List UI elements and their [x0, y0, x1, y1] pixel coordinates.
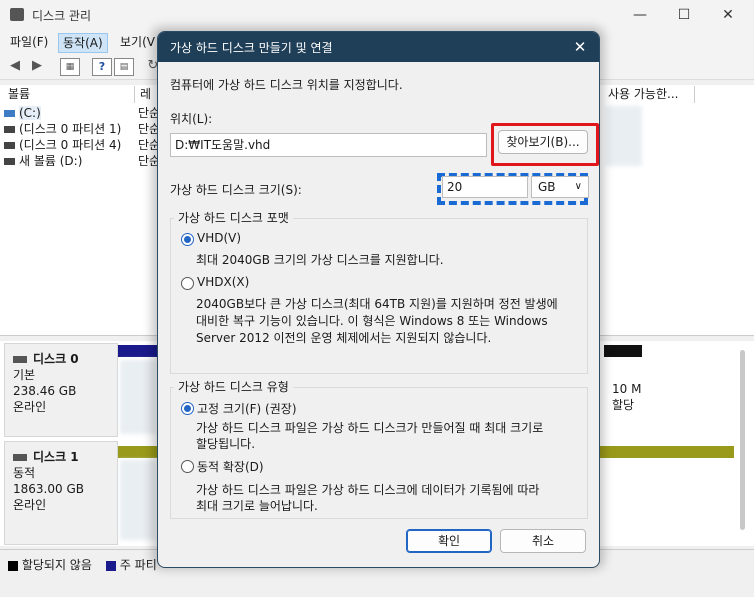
vhd-radio[interactable] [181, 233, 194, 246]
volume-name: (디스크 0 파티션 1) [19, 122, 122, 136]
volume-name: (C:) [19, 106, 41, 120]
dialog-close-icon[interactable]: ✕ [569, 36, 591, 58]
create-vhd-dialog: 가상 하드 디스크 만들기 및 연결 ✕ 컴퓨터에 가상 하드 디스크 위치를 … [157, 31, 600, 568]
volume-row[interactable]: (C:) [4, 105, 41, 121]
size-label: 가상 하드 디스크 크기(S): [170, 183, 302, 197]
vhdx-description-line: 2040GB보다 큰 가상 디스크(최대 64TB 지원)를 지원하며 정전 발… [196, 297, 558, 311]
dynamic-description-line: 최대 크기로 늘어납니다. [196, 499, 318, 513]
dialog-title: 가상 하드 디스크 만들기 및 연결 [170, 41, 333, 55]
volume-name: (디스크 0 파티션 4) [19, 138, 122, 152]
vhdx-label[interactable]: VHDX(X) [197, 275, 249, 289]
vhd-label[interactable]: VHD(V) [197, 231, 241, 245]
size-input[interactable]: 20 [442, 176, 528, 198]
back-arrow-icon[interactable]: ◀ [6, 58, 24, 74]
disk-1-type: 동적 [13, 466, 36, 480]
location-input[interactable]: D:₩IT도움말.vhd [170, 133, 487, 157]
fixed-size-label[interactable]: 고정 크기(F) (권장) [197, 400, 297, 417]
properties-icon[interactable]: ▤ [114, 58, 134, 76]
maximize-icon[interactable]: ☐ [664, 4, 704, 26]
close-icon[interactable]: ✕ [708, 4, 748, 26]
volume-icon [4, 126, 15, 133]
disk-0-title: 디스크 0 [13, 350, 117, 367]
format-group-title: 가상 하드 디스크 포맷 [174, 209, 293, 226]
disk-1-partition-body[interactable] [120, 460, 156, 540]
disk-icon [13, 356, 27, 363]
dynamic-label[interactable]: 동적 확장(D) [197, 458, 264, 475]
disk-1-info[interactable]: 디스크 1 동적 1863.00 GB 온라인 [4, 441, 118, 545]
browse-button[interactable]: 찾아보기(B)... [498, 130, 588, 154]
help-icon[interactable]: ? [92, 58, 112, 76]
disk-management-icon [10, 8, 24, 21]
disk-0-right-status: 할당 [612, 398, 635, 412]
vhdx-description-line: 대비한 복구 기능이 있습니다. 이 형식은 Windows 8 또는 Wind… [196, 314, 548, 328]
disk-1-name: 디스크 1 [33, 450, 79, 464]
dialog-instruction: 컴퓨터에 가상 하드 디스크 위치를 지정합니다. [170, 78, 403, 92]
size-unit-select[interactable]: GB ∨ [531, 176, 589, 198]
vhd-description: 최대 2040GB 크기의 가상 디스크를 지원합니다. [196, 253, 444, 267]
legend-swatch-blue [106, 560, 116, 571]
type-group-title: 가상 하드 디스크 유형 [174, 378, 293, 395]
disk-0-size: 238.46 GB [13, 384, 77, 398]
vhdx-radio[interactable] [181, 277, 194, 290]
disk-0-status: 온라인 [13, 400, 47, 414]
column-volume[interactable]: 볼륨 [4, 86, 135, 103]
location-label: 위치(L): [170, 112, 213, 126]
volume-name: 새 볼륨 (D:) [19, 154, 83, 168]
column-free-space[interactable]: 사용 가능한... [604, 86, 695, 103]
disk-1-title: 디스크 1 [13, 448, 117, 465]
forward-arrow-icon[interactable]: ▶ [28, 58, 46, 74]
dialog-titlebar: 가상 하드 디스크 만들기 및 연결 ✕ [158, 32, 599, 62]
disk-0-right-size: 10 M [612, 382, 642, 396]
fixed-size-radio[interactable] [181, 402, 194, 415]
volume-icon [4, 158, 15, 165]
menu-action[interactable]: 동작(A) [58, 33, 108, 53]
menu-file[interactable]: 파일(F) [6, 33, 52, 51]
chevron-down-icon: ∨ [574, 181, 582, 192]
disk-0-unallocated-bar [604, 345, 642, 357]
disk-0-name: 디스크 0 [33, 352, 79, 366]
blurred-values [606, 106, 642, 166]
disk-icon [13, 454, 27, 461]
disk-0-info[interactable]: 디스크 0 기본 238.46 GB 온라인 [4, 343, 118, 437]
legend-swatch-black [8, 560, 18, 571]
disk-1-partition-bar-right [598, 446, 734, 458]
disk-0-type: 기본 [13, 368, 36, 382]
disk-1-size: 1863.00 GB [13, 482, 84, 496]
disk-1-status: 온라인 [13, 498, 47, 512]
volume-row[interactable]: 새 볼륨 (D:) [4, 153, 82, 169]
legend-primary: 주 파티 [106, 556, 157, 573]
volume-icon [4, 142, 15, 149]
dynamic-radio[interactable] [181, 460, 194, 473]
console-tree-icon[interactable]: ▦ [60, 58, 80, 76]
ok-button[interactable]: 확인 [406, 529, 492, 553]
fixed-size-description-line: 할당됩니다. [196, 437, 256, 451]
vhdx-description-line: Server 2012 이전의 운영 체제에서는 지원되지 않습니다. [196, 331, 492, 345]
size-unit-value: GB [538, 180, 556, 194]
volume-row[interactable]: (디스크 0 파티션 4) [4, 137, 121, 153]
cancel-button[interactable]: 취소 [500, 529, 586, 553]
legend-unallocated-label: 할당되지 않음 [21, 558, 92, 572]
scrollbar-thumb[interactable] [740, 350, 745, 530]
disk-0-partition-body[interactable] [120, 360, 156, 434]
volume-row[interactable]: (디스크 0 파티션 1) [4, 121, 121, 137]
window-title: 디스크 관리 [32, 9, 92, 23]
volume-icon [4, 110, 15, 117]
minimize-icon[interactable]: — [620, 4, 660, 26]
legend-unallocated: 할당되지 않음 [8, 556, 92, 573]
